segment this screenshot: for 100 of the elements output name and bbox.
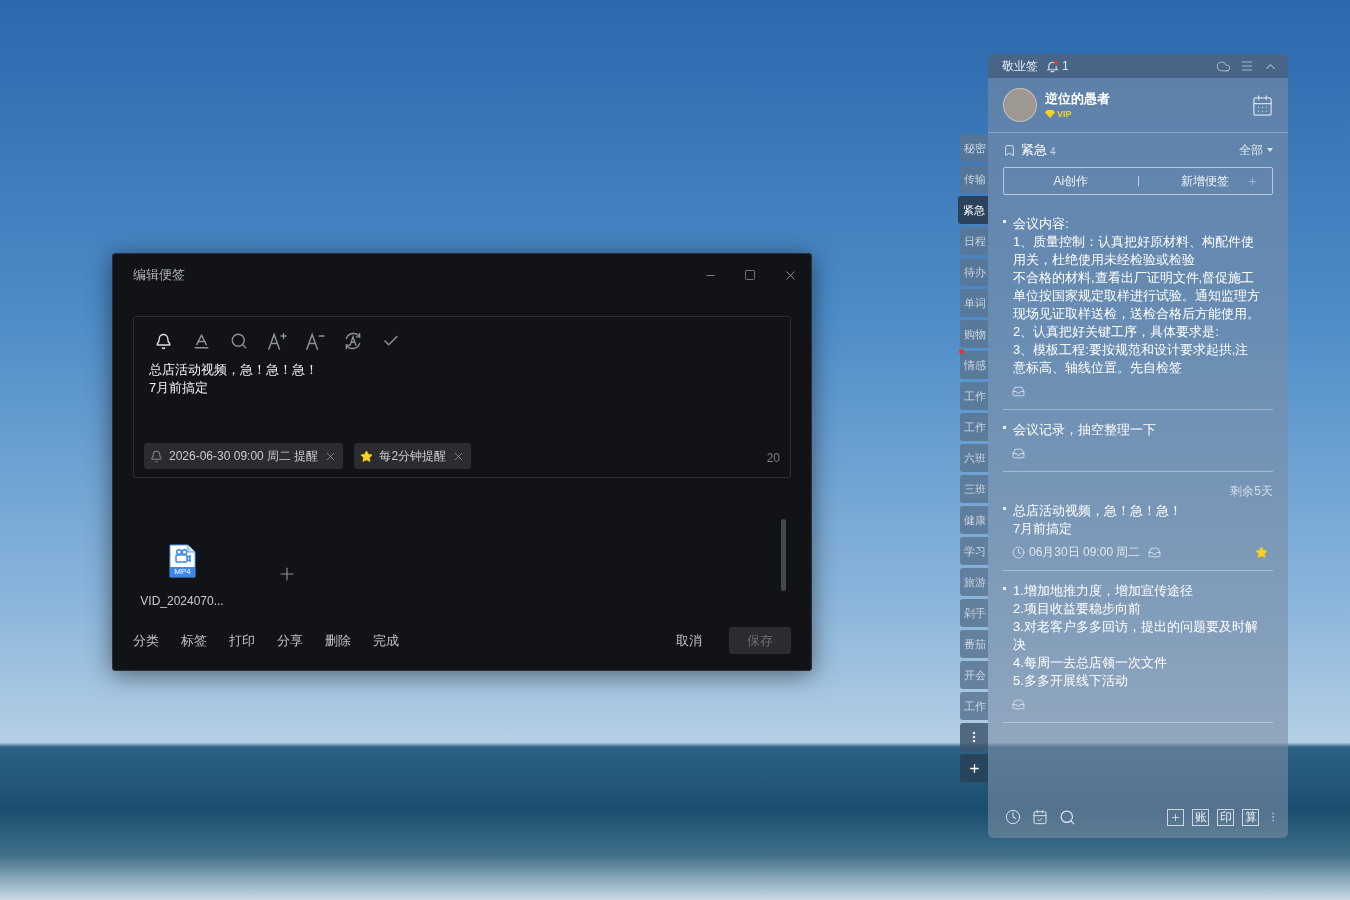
star-icon (360, 449, 374, 463)
bullet-icon (1003, 507, 1006, 510)
note-line: 2、认真把好关键工序，具体要求是: (1013, 323, 1220, 341)
bullet-icon (1003, 426, 1006, 429)
tool-button[interactable]: 印 (1217, 808, 1234, 826)
plus-icon (967, 761, 981, 775)
app-name: 敬业签 (1002, 58, 1038, 75)
category-tab[interactable]: 学习 (960, 537, 988, 565)
category-tab[interactable]: 三班 (960, 475, 988, 503)
note-item[interactable]: 剩余5天 总店活动视频，急！急！急！ 7月前搞定 06月30日 09:00 周二 (1003, 472, 1273, 571)
note-line: 不合格的材料,查看出厂证明文件,督促施工单位按国家规定取样进行试验。通知监理方现场见证取样送检，送检合格后方能使用。 (1013, 269, 1260, 323)
category-tab[interactable]: 工作 (960, 413, 988, 441)
search-icon[interactable] (230, 332, 248, 350)
note-item[interactable]: 1.增加地推力度，增加宣传途径 2.项目收益要稳步向前 3.对老客户多多回访，提出的问题要及时解决 4.每周一去总店领一次文件 5.多多开展线下活动 (1003, 571, 1273, 723)
letter-a-minus-icon[interactable] (305, 332, 325, 350)
video-file-icon[interactable] (168, 544, 196, 578)
action-link[interactable]: 标签 (181, 630, 207, 651)
note-line: 3.对老客户多多回访，提出的问题要及时解决 (1013, 618, 1259, 654)
category-tab[interactable]: 工作 (960, 692, 988, 720)
action-link[interactable]: 删除 (325, 630, 351, 651)
tray-icon[interactable] (1012, 446, 1025, 460)
clock-icon (1012, 545, 1025, 559)
note-content[interactable]: 总店活动视频，急！急！急！ 7月前搞定 (134, 361, 790, 397)
bell-icon[interactable] (154, 332, 172, 350)
bullet-icon (1003, 587, 1006, 590)
user-name: 逆位的愚者 (1045, 90, 1110, 108)
tool-button[interactable]: 账 (1192, 808, 1209, 826)
chip-label: 每2分钟提醒 (379, 448, 447, 465)
note-line: 1、质量控制：认真把好原材料、构配件使用关，杜绝使用未经检验或检验 (1013, 233, 1256, 269)
category-tab[interactable]: 购物 (960, 320, 988, 348)
new-note-button[interactable]: 新增便签 (1138, 168, 1272, 194)
ai-create-button[interactable]: Ai创作 (1004, 168, 1138, 194)
bookmark-icon (1003, 143, 1016, 157)
category-tab[interactable]: 工作 (960, 382, 988, 410)
tray-icon[interactable] (1148, 545, 1162, 559)
add-button[interactable] (1167, 808, 1184, 826)
caret-down-icon (1267, 148, 1273, 152)
category-tab[interactable]: 传输 (960, 165, 988, 193)
note-editor-box[interactable]: 总店活动视频，急！急！急！ 7月前搞定 2026-06-30 09:00 周二 提醒 每2分钟提醒 20 (133, 316, 791, 478)
notification-count: 1 (1062, 58, 1069, 75)
calendar-check-icon[interactable] (1032, 809, 1048, 825)
action-link[interactable]: 完成 (373, 630, 399, 651)
window-title: 编辑便签 (133, 266, 186, 285)
category-tab[interactable]: 番茄 (960, 630, 988, 658)
remaining-days: 剩余5天 (1230, 483, 1273, 499)
category-tab[interactable]: 旅游 (960, 568, 988, 596)
bullet-icon (1003, 220, 1006, 223)
search-icon[interactable] (1059, 808, 1076, 826)
tool-button[interactable]: 算 (1242, 808, 1259, 826)
star-icon[interactable] (1255, 545, 1268, 559)
note-line: 1.增加地推力度，增加宣传途径 (1013, 582, 1194, 600)
character-count: 20 (766, 450, 780, 467)
plus-icon (1170, 811, 1181, 823)
calendar-icon[interactable] (1251, 93, 1274, 117)
note-line: 会议记录，抽空整理一下 (1013, 421, 1157, 439)
attachment-name[interactable]: VID_2024070... (140, 592, 224, 610)
cancel-link[interactable]: 取消 (676, 630, 702, 651)
note-line: 3、模板工程:要按规范和设计要求起拱,注意标高、轴线位置。先自检签 (1013, 341, 1250, 377)
category-tab[interactable]: 开会 (960, 661, 988, 689)
category-tab[interactable]: 健康 (960, 506, 988, 534)
category-tab[interactable]: 紧急 (958, 196, 988, 224)
note-count: 4 (1050, 144, 1056, 159)
reminder-chip[interactable]: 2026-06-30 09:00 周二 提醒 (144, 443, 344, 469)
note-item[interactable]: 会议记录，抽空整理一下 (1003, 410, 1273, 472)
cloud-icon[interactable] (1216, 58, 1231, 74)
file-type-label: MP4 (173, 567, 192, 577)
maximize-icon[interactable] (744, 269, 756, 281)
scrollbar-thumb[interactable] (781, 519, 786, 591)
action-link[interactable]: 打印 (229, 630, 255, 651)
note-line: 2.项目收益要稳步向前 (1013, 600, 1142, 618)
bell-icon (150, 449, 163, 463)
add-tab-button[interactable] (960, 754, 988, 782)
category-tab[interactable]: 情感 (960, 351, 988, 379)
action-link[interactable]: 分享 (277, 630, 303, 651)
reminder-chip[interactable]: 每2分钟提醒 (354, 443, 472, 469)
note-line: 4.每周一去总店领一次文件 (1013, 654, 1168, 672)
category-tab[interactable]: 日程 (960, 227, 988, 255)
letter-a-plus-icon[interactable] (267, 332, 287, 350)
note-line: 7月前搞定 (1013, 520, 1074, 538)
filter-dropdown[interactable]: 全部 (1239, 141, 1273, 159)
category-title: 紧急 (1021, 141, 1047, 160)
category-tab[interactable]: 秘密 (960, 134, 988, 162)
action-link[interactable]: 分类 (133, 630, 159, 651)
clock-icon[interactable] (1005, 809, 1021, 825)
due-time: 06月30日 09:00 周二 (1029, 544, 1141, 561)
tray-icon[interactable] (1012, 697, 1025, 711)
note-line: 总店活动视频，急！急！急！ (1013, 502, 1183, 520)
chip-label: 2026-06-30 09:00 周二 提醒 (169, 448, 319, 465)
category-tab[interactable]: 待办 (960, 258, 988, 286)
note-item[interactable]: 会议内容: 1、质量控制：认真把好原材料、构配件使用关，杜绝使用未经检验或检验 不合格的材料,查看出厂证明文件,督促施工单位按国家规定取样进行试验。通知监理方现场见证取样送检，送检合格后方能使用。 2、认真把好关键工序，具体要求是: 3、模板工程:要按规范和设计要求起拱,注意标高、轴线位置。先自检签 (1003, 204, 1273, 410)
plus-icon (1247, 176, 1258, 187)
category-tab[interactable]: 剁手 (960, 599, 988, 627)
vip-label: VIP (1057, 108, 1072, 120)
note-line: 会议内容: (1013, 215, 1070, 233)
category-tab[interactable]: 六班 (960, 444, 988, 472)
tray-icon[interactable] (1012, 384, 1025, 398)
circled-letter-icon[interactable] (343, 331, 363, 351)
category-tab[interactable]: 单词 (960, 289, 988, 317)
note-line: 5.多多开展线下活动 (1013, 672, 1129, 690)
diamond-icon (1045, 110, 1055, 118)
